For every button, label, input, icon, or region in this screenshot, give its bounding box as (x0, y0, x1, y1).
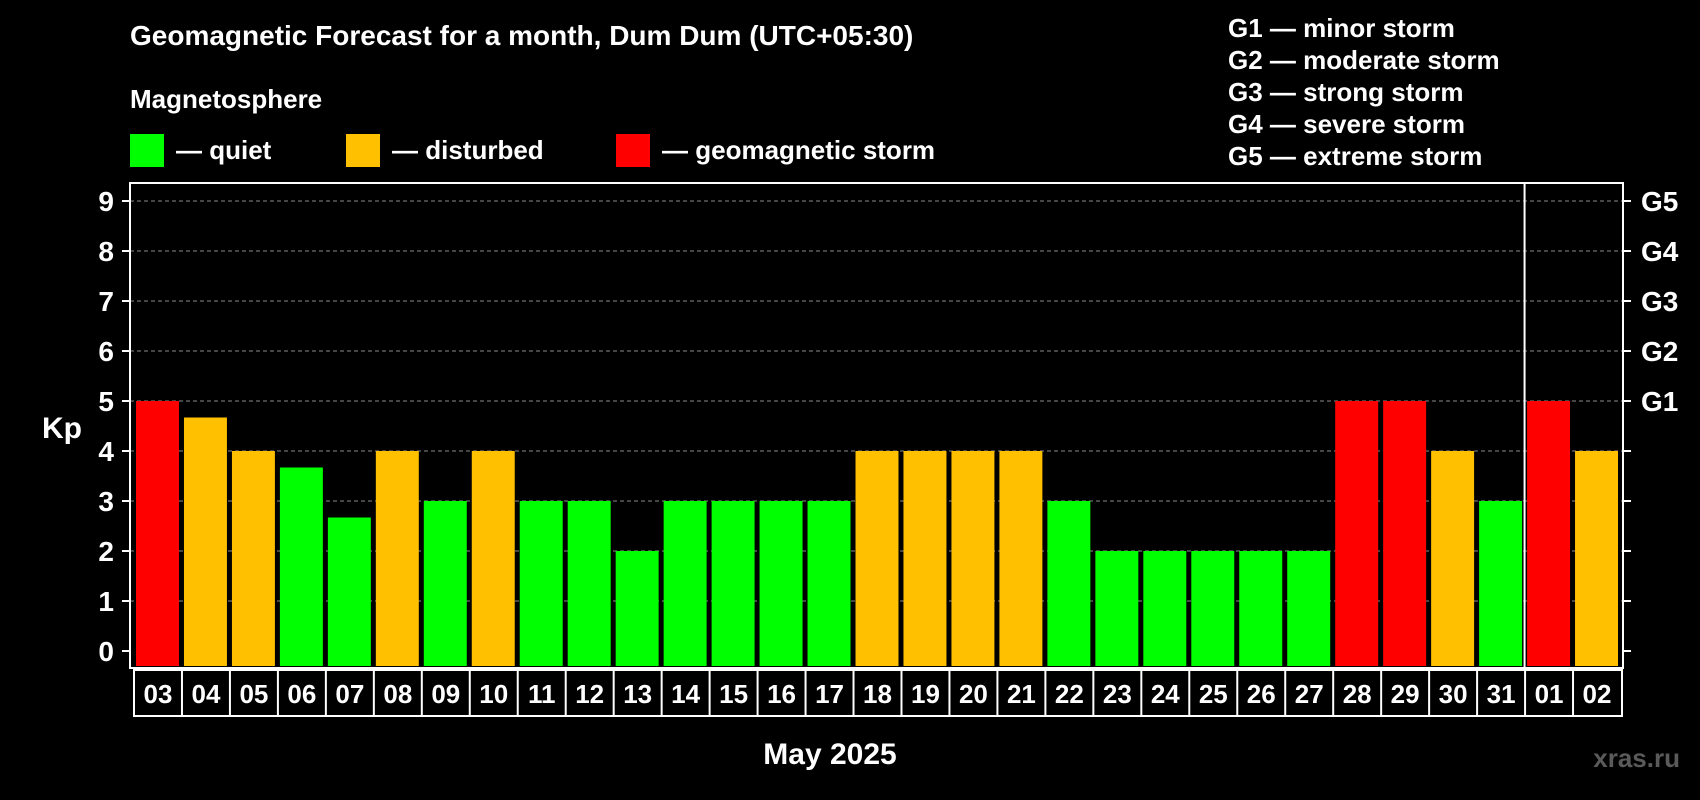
x-tick-label-23: 23 (1103, 679, 1132, 709)
bar-11 (519, 501, 563, 666)
watermark: xras.ru (1593, 743, 1680, 773)
x-tick-label-15: 15 (719, 679, 748, 709)
bar-25 (1191, 551, 1235, 666)
bar-01 (1527, 401, 1571, 666)
bar-17 (807, 501, 851, 666)
x-axis-label: May 2025 (763, 738, 896, 771)
x-tick-label-03: 03 (144, 679, 173, 709)
x-tick-label-02: 02 (1583, 679, 1612, 709)
bar-07 (327, 517, 371, 666)
x-tick-label-05: 05 (239, 679, 268, 709)
bar-20 (951, 451, 995, 666)
bar-19 (903, 451, 947, 666)
x-tick-label-19: 19 (911, 679, 940, 709)
x-tick-label-27: 27 (1295, 679, 1324, 709)
x-tick-label-08: 08 (383, 679, 412, 709)
x-tick-label-28: 28 (1343, 679, 1372, 709)
right-tick-label-G5: G5 (1641, 186, 1678, 217)
right-tick-label-G2: G2 (1641, 336, 1678, 367)
x-tick-label-13: 13 (623, 679, 652, 709)
x-tick-label-04: 04 (191, 679, 220, 709)
x-tick-label-22: 22 (1055, 679, 1084, 709)
x-tick-label-29: 29 (1391, 679, 1420, 709)
x-tick-label-11: 11 (528, 679, 556, 709)
y-tick-label-3: 3 (98, 486, 114, 517)
x-tick-label-14: 14 (671, 679, 700, 709)
x-tick-label-30: 30 (1439, 679, 1468, 709)
x-tick-label-24: 24 (1151, 679, 1180, 709)
bar-28 (1335, 401, 1379, 666)
bar-06 (279, 467, 323, 666)
y-tick-label-2: 2 (98, 536, 114, 567)
x-tick-label-10: 10 (479, 679, 508, 709)
bar-22 (1047, 501, 1091, 666)
bar-13 (615, 551, 659, 666)
bar-23 (1095, 551, 1139, 666)
x-tick-label-26: 26 (1247, 679, 1276, 709)
x-tick-label-06: 06 (287, 679, 316, 709)
y-tick-label-0: 0 (98, 636, 114, 667)
x-tick-label-21: 21 (1007, 679, 1036, 709)
bar-12 (567, 501, 611, 666)
y-axis-label: Kp (42, 412, 82, 445)
x-tick-label-25: 25 (1199, 679, 1228, 709)
bar-21 (999, 451, 1043, 666)
kp-bar-chart: 0123456789G1G2G3G4G5Kp03 04 05 06 07 08 09 10 11… (42, 182, 1679, 771)
bar-14 (663, 501, 707, 666)
bar-29 (1383, 401, 1427, 666)
bar-05 (231, 451, 275, 666)
x-tick-label-12: 12 (575, 679, 604, 709)
bar-27 (1287, 551, 1331, 666)
right-tick-label-G4: G4 (1641, 236, 1679, 267)
x-tick-label-31: 31 (1487, 679, 1516, 709)
bar-10 (471, 451, 515, 666)
bar-09 (423, 501, 467, 666)
bar-03 (136, 401, 179, 666)
x-tick-label-01: 01 (1535, 679, 1564, 709)
x-tick-label-16: 16 (767, 679, 796, 709)
y-tick-label-5: 5 (98, 386, 114, 417)
x-tick-label-09: 09 (431, 679, 460, 709)
bar-31 (1479, 501, 1523, 666)
y-tick-label-4: 4 (98, 436, 114, 467)
bar-26 (1239, 551, 1283, 666)
y-tick-label-7: 7 (98, 286, 114, 317)
x-tick-label-20: 20 (959, 679, 988, 709)
y-tick-label-9: 9 (98, 186, 114, 217)
bar-15 (711, 501, 755, 666)
bar-24 (1143, 551, 1187, 666)
bar-04 (183, 417, 227, 666)
x-tick-label-07: 07 (335, 679, 364, 709)
right-tick-label-G1: G1 (1641, 386, 1678, 417)
bar-18 (855, 451, 899, 666)
y-tick-label-1: 1 (98, 586, 114, 617)
x-tick-label-18: 18 (863, 679, 892, 709)
x-tick-label-17: 17 (815, 679, 844, 709)
bar-30 (1431, 451, 1475, 666)
bar-02 (1575, 451, 1618, 666)
y-tick-label-6: 6 (98, 336, 114, 367)
bar-16 (759, 501, 803, 666)
right-tick-label-G3: G3 (1641, 286, 1678, 317)
bar-08 (375, 451, 419, 666)
y-tick-label-8: 8 (98, 236, 114, 267)
